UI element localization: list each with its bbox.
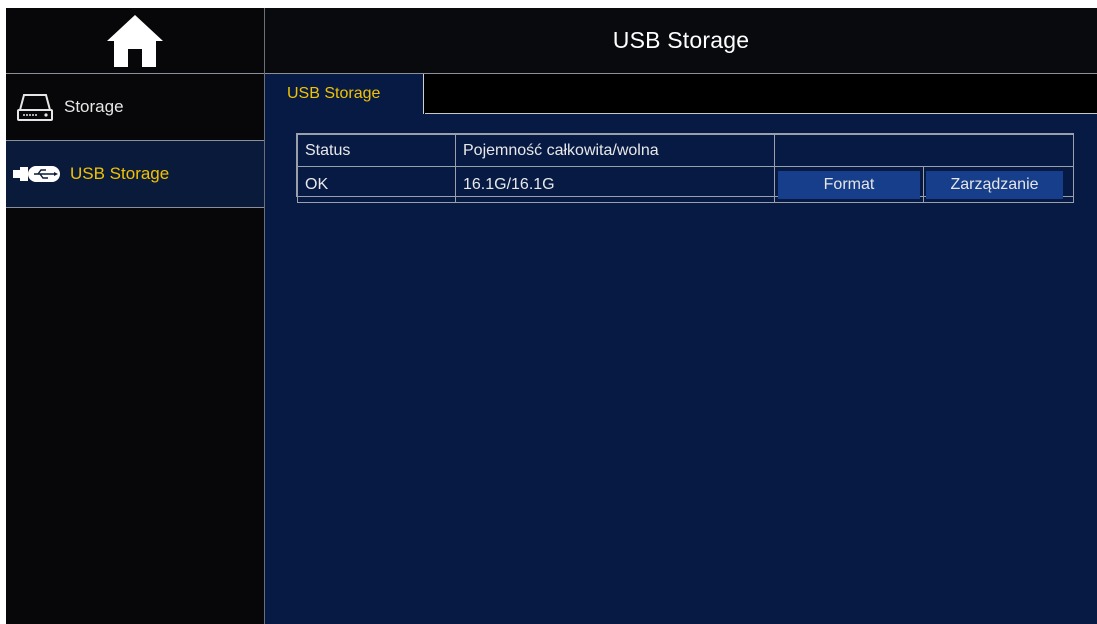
cell-manage: Zarządzanie — [923, 166, 1074, 203]
tab-usb-storage[interactable]: USB Storage — [265, 74, 424, 114]
tab-label: USB Storage — [287, 85, 381, 102]
page-header: USB Storage — [265, 8, 1097, 74]
manage-button[interactable]: Zarządzanie — [926, 170, 1063, 199]
sidebar-item-storage[interactable]: Storage — [6, 74, 264, 141]
main-content: USB Storage Status Pojemność całkowita/w… — [265, 74, 1097, 624]
sidebar: Storage USB Storage — [6, 8, 265, 624]
hard-drive-icon — [16, 92, 54, 122]
home-button[interactable] — [6, 8, 264, 74]
sidebar-item-usb-storage[interactable]: USB Storage — [6, 141, 264, 208]
tab-bar-divider — [425, 113, 1097, 114]
cell-status: OK — [297, 166, 456, 203]
storage-table: Status Pojemność całkowita/wolna OK 16.1… — [296, 133, 1074, 203]
column-header-status: Status — [297, 134, 456, 167]
cell-format: Format — [774, 166, 924, 203]
format-button[interactable]: Format — [778, 170, 920, 199]
app-window: Storage USB Storage USB Storage USB Stor… — [6, 8, 1097, 624]
column-header-capacity: Pojemność całkowita/wolna — [455, 134, 775, 167]
home-icon — [107, 14, 163, 67]
table-row: OK 16.1G/16.1G Format Zarządzanie — [297, 166, 1074, 203]
page-title: USB Storage — [612, 27, 750, 53]
tab-bar: USB Storage — [265, 74, 1097, 114]
table-header-row: Status Pojemność całkowita/wolna — [297, 134, 1074, 167]
cell-capacity: 16.1G/16.1G — [455, 166, 775, 203]
sidebar-item-label: USB Storage — [70, 164, 170, 183]
usb-icon — [12, 164, 62, 184]
column-header-actions — [774, 134, 1074, 167]
sidebar-item-label: Storage — [64, 97, 124, 116]
